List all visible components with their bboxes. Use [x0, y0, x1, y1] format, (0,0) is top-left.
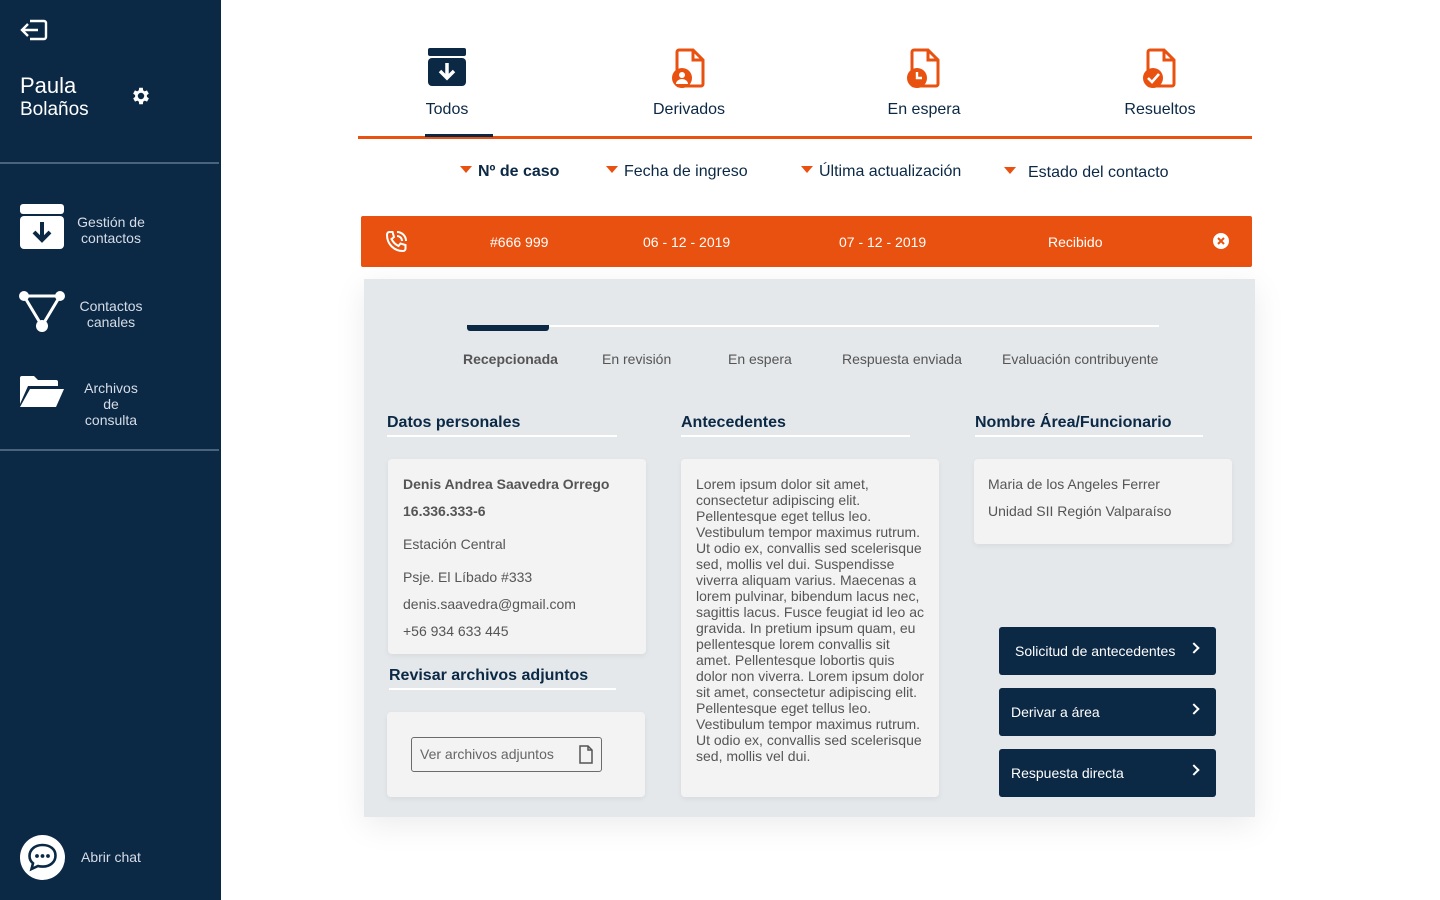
section-title-area: Nombre Área/Funcionario [975, 414, 1172, 431]
area-card: Maria de los Angeles Ferrer Unidad SII R… [974, 459, 1232, 544]
case-number: #666 999 [490, 234, 549, 250]
caret-down-icon [460, 166, 472, 174]
sort-label: Fecha de ingreso [624, 163, 748, 180]
archive-icon [20, 204, 64, 249]
status-tabs: Todos Derivados En espera Resueltos [358, 40, 1252, 140]
person-phone: +56 934 633 445 [403, 623, 509, 639]
section-underline [975, 435, 1203, 437]
person-rut: 16.336.333-6 [403, 503, 486, 519]
tab-en-espera[interactable]: En espera [854, 40, 994, 136]
person-address: Psje. El Líbado #333 [403, 569, 533, 585]
section-title-antecedentes: Antecedentes [681, 414, 786, 431]
view-attachments-button[interactable]: Ver archivos adjuntos [411, 737, 602, 772]
logout-icon[interactable] [20, 18, 48, 42]
antecedentes-text: Lorem ipsum dolor sit amet, consectetur … [696, 476, 925, 764]
user-last-name: Bolaños [20, 99, 89, 120]
sidebar-divider [0, 162, 219, 164]
section-underline [389, 688, 616, 690]
chevron-right-icon [1188, 703, 1200, 715]
document-clock-icon [907, 48, 940, 88]
action-label: Respuesta directa [1011, 765, 1124, 781]
derive-area-button[interactable]: Derivar a área [999, 688, 1216, 736]
network-icon [19, 291, 65, 332]
user-name: Paula Bolaños [20, 74, 89, 122]
tab-todos[interactable]: Todos [377, 40, 517, 136]
document-check-icon [1143, 48, 1176, 88]
request-antecedentes-button[interactable]: Solicitud de antecedentes [999, 627, 1216, 675]
area-funcionario: Maria de los Angeles Ferrer [988, 476, 1160, 492]
archive-download-icon [428, 48, 466, 86]
progress-active [467, 325, 549, 331]
step-respuesta-enviada: Respuesta enviada [842, 351, 962, 367]
progress-track [467, 325, 1159, 327]
folder-open-icon [20, 376, 64, 407]
tab-resueltos[interactable]: Resueltos [1090, 40, 1230, 136]
case-row[interactable]: #666 999 06 - 12 - 2019 07 - 12 - 2019 R… [361, 216, 1252, 267]
case-detail-panel: Recepcionada En revisión En espera Respu… [364, 279, 1255, 817]
sidebar-divider [0, 449, 219, 451]
caret-down-icon [801, 166, 813, 174]
sort-estado-contacto[interactable]: Estado del contacto [1004, 164, 1169, 182]
user-first-name: Paula [20, 73, 77, 98]
sidebar-item-gestion-contactos[interactable]: Gestión de contactos [18, 204, 208, 254]
section-title-attachments: Revisar archivos adjuntos [389, 667, 589, 684]
sidebar: Paula Bolaños Gestión de contactos Conta… [0, 0, 221, 900]
action-label: Solicitud de antecedentes [1015, 643, 1176, 659]
tab-label: Derivados [652, 101, 726, 118]
view-attachments-label: Ver archivos adjuntos [420, 746, 554, 762]
step-en-revision: En revisión [602, 351, 672, 367]
sidebar-item-label: Contactos canales [79, 298, 143, 330]
sort-label: Estado del contacto [1028, 164, 1169, 181]
person-station: Estación Central [403, 536, 506, 552]
tab-label: En espera [887, 101, 961, 118]
active-tab-indicator [425, 134, 493, 137]
direct-response-button[interactable]: Respuesta directa [999, 749, 1216, 797]
person-email: denis.saavedra@gmail.com [403, 596, 576, 612]
open-chat-button[interactable]: Abrir chat [20, 835, 180, 881]
chat-label: Abrir chat [81, 849, 141, 865]
step-recepcionada: Recepcionada [463, 351, 558, 367]
sidebar-item-contactos-canales[interactable]: Contactos canales [18, 290, 208, 340]
chat-icon [20, 835, 65, 880]
caret-down-icon [1004, 167, 1016, 175]
section-underline [387, 435, 617, 437]
tab-label: Todos [425, 101, 469, 118]
sort-ultima-actualizacion[interactable]: Última actualización [801, 163, 961, 181]
caret-down-icon [606, 166, 618, 174]
case-ultima-actualizacion: 07 - 12 - 2019 [839, 234, 927, 250]
sort-label: Nº de caso [478, 163, 560, 180]
step-evaluacion-contribuyente: Evaluación contribuyente [1002, 351, 1159, 367]
close-icon[interactable] [1213, 233, 1229, 249]
antecedentes-card: Lorem ipsum dolor sit amet, consectetur … [681, 459, 939, 797]
sort-label: Última actualización [819, 163, 962, 180]
section-title-personal: Datos personales [387, 414, 521, 431]
action-label: Derivar a área [1011, 704, 1100, 720]
section-underline [681, 435, 910, 437]
case-fecha-ingreso: 06 - 12 - 2019 [643, 234, 731, 250]
step-en-espera: En espera [728, 351, 792, 367]
sidebar-item-label: Gestión de contactos [77, 214, 145, 246]
personal-data-card: Denis Andrea Saavedra Orrego 16.336.333-… [388, 459, 646, 654]
sidebar-item-archivos-consulta[interactable]: Archivos de consulta [18, 374, 208, 428]
sidebar-item-label: Archivos de consulta [84, 380, 138, 428]
gear-icon[interactable] [130, 85, 152, 107]
chevron-right-icon [1188, 642, 1200, 654]
chevron-right-icon [1188, 764, 1200, 776]
phone-call-icon [385, 231, 407, 253]
person-name: Denis Andrea Saavedra Orrego [403, 476, 610, 492]
document-icon [579, 745, 593, 764]
area-unidad: Unidad SII Región Valparaíso [988, 503, 1172, 519]
sort-numero-caso[interactable]: Nº de caso [460, 163, 559, 181]
case-estado: Recibido [1048, 234, 1103, 250]
attachments-card: Ver archivos adjuntos [387, 712, 645, 797]
tab-derivados[interactable]: Derivados [619, 40, 759, 136]
document-user-icon [672, 48, 705, 88]
sort-fecha-ingreso[interactable]: Fecha de ingreso [606, 163, 748, 181]
tab-label: Resueltos [1124, 101, 1196, 118]
